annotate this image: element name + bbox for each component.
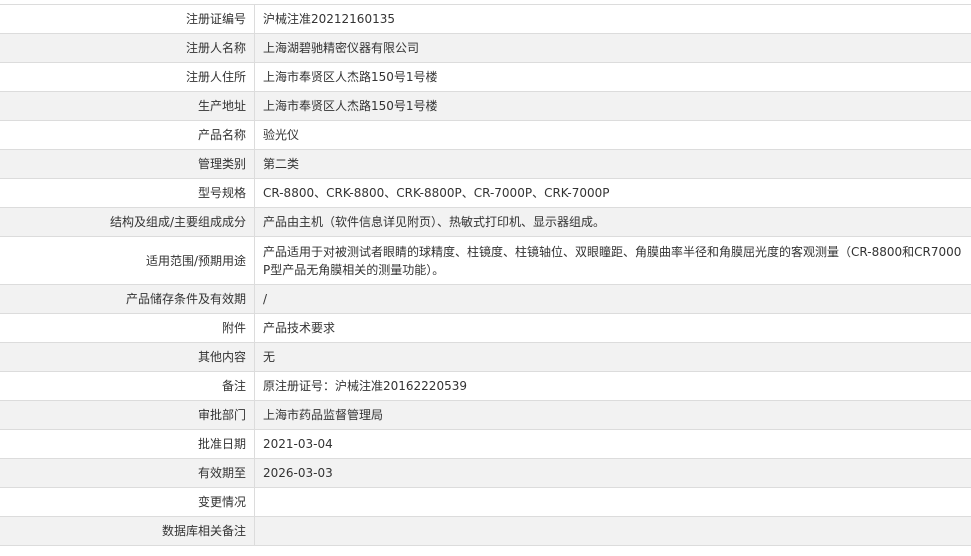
field-label: 产品名称: [0, 121, 255, 150]
field-label: 审批部门: [0, 401, 255, 430]
field-label: 管理类别: [0, 150, 255, 179]
row-other-content: 其他内容 无: [0, 343, 971, 372]
field-value: [255, 488, 971, 517]
field-value: 沪械注准20212160135: [255, 5, 971, 34]
field-label: 生产地址: [0, 92, 255, 121]
row-registrant-name: 注册人名称 上海湖碧驰精密仪器有限公司: [0, 34, 971, 63]
field-label: 产品储存条件及有效期: [0, 285, 255, 314]
field-label: 适用范围/预期用途: [0, 237, 255, 285]
row-production-address: 生产地址 上海市奉贤区人杰路150号1号楼: [0, 92, 971, 121]
field-label: 注册人住所: [0, 63, 255, 92]
row-attachment: 附件 产品技术要求: [0, 314, 971, 343]
registration-record-table: 注册证编号 沪械注准20212160135 注册人名称 上海湖碧驰精密仪器有限公…: [0, 4, 971, 546]
field-value: /: [255, 285, 971, 314]
field-value: 原注册证号：沪械注准20162220539: [255, 372, 971, 401]
field-label: 批准日期: [0, 430, 255, 459]
field-value: 上海市药品监督管理局: [255, 401, 971, 430]
row-intended-use: 适用范围/预期用途 产品适用于对被测试者眼睛的球精度、柱镜度、柱镜轴位、双眼瞳距…: [0, 237, 971, 285]
field-value: 产品适用于对被测试者眼睛的球精度、柱镜度、柱镜轴位、双眼瞳距、角膜曲率半径和角膜…: [255, 237, 971, 285]
field-label: 附件: [0, 314, 255, 343]
field-value: 2026-03-03: [255, 459, 971, 488]
field-label: 备注: [0, 372, 255, 401]
row-product-name: 产品名称 验光仪: [0, 121, 971, 150]
row-registrant-address: 注册人住所 上海市奉贤区人杰路150号1号楼: [0, 63, 971, 92]
field-label: 其他内容: [0, 343, 255, 372]
field-label: 数据库相关备注: [0, 517, 255, 546]
row-remarks: 备注 原注册证号：沪械注准20162220539: [0, 372, 971, 401]
row-registration-number: 注册证编号 沪械注准20212160135: [0, 5, 971, 34]
field-label: 变更情况: [0, 488, 255, 517]
field-value: 上海湖碧驰精密仪器有限公司: [255, 34, 971, 63]
field-value: 产品技术要求: [255, 314, 971, 343]
field-label: 有效期至: [0, 459, 255, 488]
row-approval-date: 批准日期 2021-03-04: [0, 430, 971, 459]
field-label: 结构及组成/主要组成成分: [0, 208, 255, 237]
field-label: 注册人名称: [0, 34, 255, 63]
field-value: [255, 517, 971, 546]
row-change-history: 变更情况: [0, 488, 971, 517]
row-management-category: 管理类别 第二类: [0, 150, 971, 179]
field-label: 注册证编号: [0, 5, 255, 34]
field-value: 2021-03-04: [255, 430, 971, 459]
row-model-spec: 型号规格 CR-8800、CRK-8800、CRK-8800P、CR-7000P…: [0, 179, 971, 208]
field-value: 上海市奉贤区人杰路150号1号楼: [255, 92, 971, 121]
row-structure-composition: 结构及组成/主要组成成分 产品由主机（软件信息详见附页）、热敏式打印机、显示器组…: [0, 208, 971, 237]
row-approval-department: 审批部门 上海市药品监督管理局: [0, 401, 971, 430]
row-database-remarks: 数据库相关备注: [0, 517, 971, 546]
field-value: 第二类: [255, 150, 971, 179]
field-value: CR-8800、CRK-8800、CRK-8800P、CR-7000P、CRK-…: [255, 179, 971, 208]
field-label: 型号规格: [0, 179, 255, 208]
row-valid-until: 有效期至 2026-03-03: [0, 459, 971, 488]
field-value: 产品由主机（软件信息详见附页）、热敏式打印机、显示器组成。: [255, 208, 971, 237]
field-value: 无: [255, 343, 971, 372]
row-storage-validity: 产品储存条件及有效期 /: [0, 285, 971, 314]
field-value: 验光仪: [255, 121, 971, 150]
field-value: 上海市奉贤区人杰路150号1号楼: [255, 63, 971, 92]
